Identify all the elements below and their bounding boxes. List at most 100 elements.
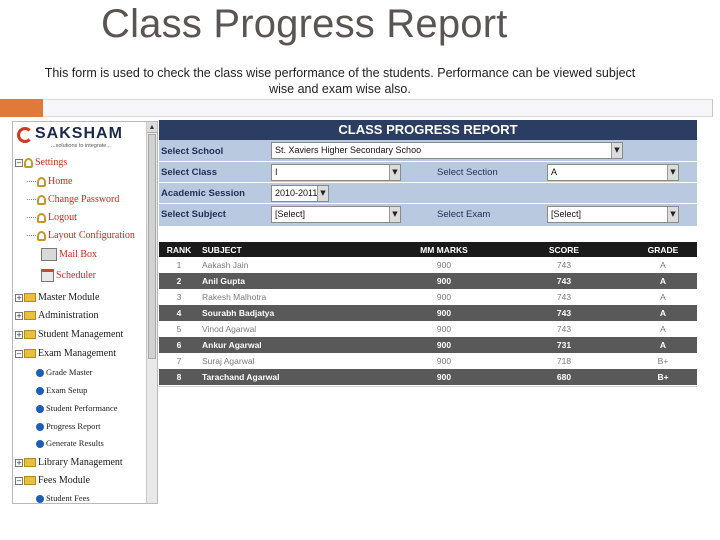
column-header-score[interactable]: SCORE	[499, 242, 629, 257]
report-divider	[159, 386, 697, 387]
column-header-grade[interactable]: GRADE	[629, 242, 697, 257]
folder-icon	[24, 330, 36, 340]
cell-mm-marks: 900	[389, 321, 499, 337]
tree-item-exam-setup[interactable]: Exam Setup	[35, 383, 87, 397]
tree-item-student-performance[interactable]: Student Performance	[35, 401, 118, 415]
collapse-icon[interactable]: −	[15, 476, 23, 485]
cell-mm-marks: 900	[389, 305, 499, 321]
table-row[interactable]: 3 Rakesh Malhotra 900 743 A	[159, 289, 697, 305]
cell-student-name: Suraj Agarwal	[199, 353, 389, 369]
tree-item-fees-module[interactable]: − Fees Module	[15, 474, 90, 488]
column-header-subject[interactable]: SUBJECT	[199, 242, 389, 257]
folder-icon	[24, 458, 36, 468]
table-row[interactable]: 2 Anil Gupta 900 743 A	[159, 273, 697, 289]
tree-item-student-management[interactable]: + Student Management	[15, 328, 123, 342]
session-select[interactable]: 2010-2011 ▼	[271, 185, 329, 202]
key-icon	[37, 176, 46, 187]
report-filter-form: Select School St. Xaviers Higher Seconda…	[159, 140, 697, 226]
dropdown-arrow-icon[interactable]: ▼	[389, 207, 400, 222]
section-select[interactable]: A ▼	[547, 164, 679, 181]
class-select[interactable]: I ▼	[271, 164, 401, 181]
collapse-icon[interactable]: −	[15, 158, 23, 167]
accent-bar	[0, 99, 43, 117]
scrollbar-thumb[interactable]	[148, 134, 156, 359]
cell-grade: A	[629, 321, 697, 337]
dropdown-arrow-icon[interactable]: ▼	[667, 165, 678, 180]
collapse-icon[interactable]: −	[15, 349, 23, 358]
tree-item-progress-report[interactable]: Progress Report	[35, 419, 101, 433]
bullet-icon	[36, 369, 44, 378]
table-row[interactable]: 8 Tarachand Agarwal 900 680 B+	[159, 369, 697, 385]
table-row[interactable]: 1 Aakash Jain 900 743 A	[159, 257, 697, 273]
cell-student-name: Sourabh Badjatya	[199, 305, 389, 321]
expand-icon[interactable]: +	[15, 458, 23, 467]
key-icon	[37, 230, 46, 241]
cell-grade: A	[629, 273, 697, 289]
table-row[interactable]: 6 Ankur Agarwal 900 731 A	[159, 337, 697, 353]
cell-student-name: Vinod Agarwal	[199, 321, 389, 337]
cell-mm-marks: 900	[389, 337, 499, 353]
subject-label: Select Subject	[161, 209, 226, 220]
cell-rank: 6	[159, 337, 199, 353]
cell-grade: A	[629, 337, 697, 353]
dropdown-arrow-icon[interactable]: ▼	[667, 207, 678, 222]
tree-item-mail-box[interactable]: Mail Box	[41, 248, 97, 262]
exam-select[interactable]: [Select] ▼	[547, 206, 679, 223]
tree-item-exam-management[interactable]: − Exam Management	[15, 347, 116, 361]
cell-score: 743	[499, 321, 629, 337]
tree-item-layout-configuration[interactable]: Layout Configuration	[27, 229, 135, 243]
school-select[interactable]: St. Xaviers Higher Secondary Schoo ▼	[271, 142, 623, 159]
results-table: RANK SUBJECT MM MARKS SCORE GRADE 1 Aaka…	[159, 242, 697, 385]
school-label: Select School	[161, 146, 224, 157]
folder-icon	[24, 349, 36, 359]
column-header-mm-marks[interactable]: MM MARKS	[389, 242, 499, 257]
dropdown-arrow-icon[interactable]: ▼	[389, 165, 400, 180]
cell-grade: A	[629, 305, 697, 321]
tree-item-administration[interactable]: + Administration	[15, 309, 99, 323]
tree-item-master-module[interactable]: + Master Module	[15, 291, 99, 305]
expand-icon[interactable]: +	[15, 330, 23, 339]
dropdown-arrow-icon[interactable]: ▼	[317, 186, 328, 201]
tree-item-student-fees[interactable]: Student Fees	[35, 491, 90, 503]
tree-item-scheduler[interactable]: Scheduler	[41, 269, 96, 283]
bullet-icon	[36, 405, 44, 414]
tree-item-settings[interactable]: − Settings	[15, 156, 67, 170]
tree-item-change-password[interactable]: Change Password	[27, 193, 119, 207]
cell-rank: 4	[159, 305, 199, 321]
cell-mm-marks: 900	[389, 369, 499, 385]
navigation-tree: SAKSHAM ...solutions to integrate... − Se…	[12, 121, 158, 504]
cell-grade: A	[629, 257, 697, 273]
folder-icon	[24, 293, 36, 303]
tree-item-logout[interactable]: Logout	[27, 211, 77, 225]
tree-item-library-management[interactable]: + Library Management	[15, 456, 123, 470]
cell-student-name: Aakash Jain	[199, 257, 389, 273]
bullet-icon	[36, 495, 44, 503]
calendar-icon	[41, 269, 54, 283]
key-icon	[37, 194, 46, 205]
cell-student-name: Anil Gupta	[199, 273, 389, 289]
dropdown-arrow-icon[interactable]: ▼	[611, 143, 622, 158]
logo-tagline: ...solutions to integrate...	[51, 143, 111, 149]
tree-scrollbar[interactable]: ▲	[146, 122, 157, 503]
cell-student-name: Tarachand Agarwal	[199, 369, 389, 385]
scroll-up-icon[interactable]: ▲	[147, 122, 157, 133]
cell-score: 680	[499, 369, 629, 385]
table-row[interactable]: 4 Sourabh Badjatya 900 743 A	[159, 305, 697, 321]
key-icon	[24, 157, 33, 168]
cell-score: 731	[499, 337, 629, 353]
cell-rank: 5	[159, 321, 199, 337]
expand-icon[interactable]: +	[15, 311, 23, 320]
tree-item-home[interactable]: Home	[27, 175, 72, 189]
column-header-rank[interactable]: RANK	[159, 242, 199, 257]
bullet-icon	[36, 423, 44, 432]
folder-icon	[24, 476, 36, 486]
expand-icon[interactable]: +	[15, 293, 23, 302]
cell-rank: 7	[159, 353, 199, 369]
tree-item-generate-results[interactable]: Generate Results	[35, 436, 104, 450]
table-row[interactable]: 7 Suraj Agarwal 900 718 B+	[159, 353, 697, 369]
table-row[interactable]: 5 Vinod Agarwal 900 743 A	[159, 321, 697, 337]
session-label: Academic Session	[161, 188, 245, 199]
tree-item-grade-master[interactable]: Grade Master	[35, 365, 93, 379]
logo-mark	[17, 127, 33, 143]
subject-select[interactable]: [Select] ▼	[271, 206, 401, 223]
